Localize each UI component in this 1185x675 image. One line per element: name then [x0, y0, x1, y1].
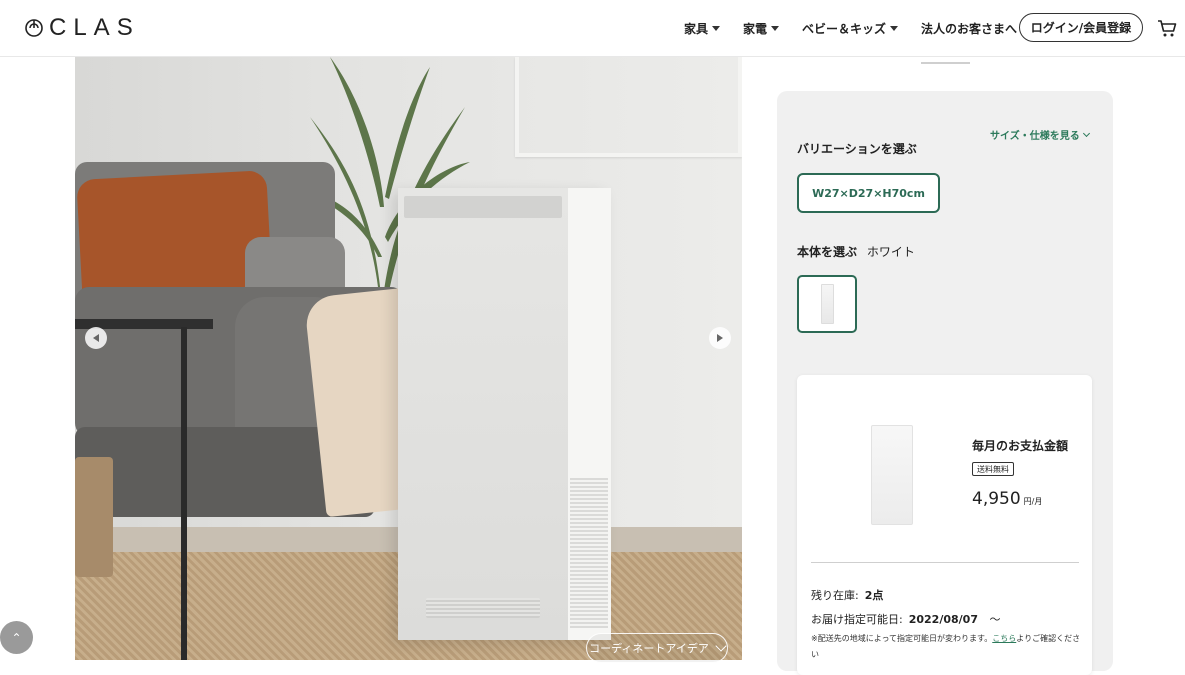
- price-value: 4,950: [972, 489, 1021, 509]
- note-text: ※配送先の地域によって指定可能日が変わります。: [811, 634, 993, 643]
- side-table-leg: [181, 327, 187, 660]
- price-unit: 円/月: [1023, 497, 1043, 506]
- chevron-up-icon: ⌃: [11, 630, 22, 645]
- clas-logo[interactable]: CLAS: [25, 14, 140, 41]
- body-color-heading: 本体を選ぶ ホワイト: [797, 243, 915, 260]
- nav-item-label: 家具: [684, 22, 709, 36]
- gallery-next-button[interactable]: [709, 327, 731, 349]
- product-thumbnail: [820, 284, 834, 324]
- size-spec-label: サイズ・仕様を見る: [990, 131, 1080, 142]
- delivery-note: ※配送先の地域によって指定可能日が変わります。こちらよりご確認ください: [811, 631, 1086, 663]
- logo-mark-icon: [25, 19, 43, 37]
- caret-down-icon: [890, 26, 899, 31]
- chevron-down-icon: [1082, 129, 1090, 137]
- chevron-right-icon: [717, 334, 723, 342]
- logo-text: CLAS: [49, 14, 140, 41]
- site-header: CLAS 家具 家電 ベビー＆キッズ 法人のお客さまへ ログイン/会員登録: [0, 0, 1185, 57]
- monthly-price: 4,950 円/月: [972, 489, 1042, 509]
- login-register-button[interactable]: ログイン/会員登録: [1019, 13, 1143, 42]
- purifier-grill: [570, 478, 608, 628]
- nav-item-label: 法人のお客さまへ: [921, 22, 1018, 36]
- tab-indicator: [921, 62, 970, 64]
- nav-item-baby-kids[interactable]: ベビー＆キッズ: [802, 20, 899, 37]
- cart-icon[interactable]: [1157, 18, 1177, 38]
- delivery-label: お届け指定可能日:: [811, 613, 903, 626]
- nav-item-label: ベビー＆キッズ: [802, 22, 887, 36]
- purifier-front: [398, 188, 568, 640]
- chevron-left-icon: [93, 334, 99, 342]
- purifier-vent: [426, 598, 540, 618]
- size-spec-link[interactable]: サイズ・仕様を見る: [990, 127, 1090, 142]
- caret-down-icon: [712, 26, 721, 31]
- wall-frame: [515, 57, 742, 157]
- body-color-value: ホワイト: [866, 245, 915, 259]
- delivery-info: お届け指定可能日: 2022/08/07 〜: [811, 611, 1000, 627]
- variation-heading: バリエーションを選ぶ: [797, 142, 917, 156]
- free-shipping-badge: 送料無料: [972, 462, 1014, 476]
- chevron-down-icon: [715, 640, 727, 652]
- variation-option-button[interactable]: W27×D27×H70cm: [797, 173, 940, 213]
- stock-label: 残り在庫:: [811, 589, 859, 602]
- delivery-suffix: 〜: [989, 613, 1001, 626]
- divider: [811, 562, 1079, 563]
- product-image: [871, 425, 913, 525]
- stock-info: 残り在庫: 2点: [811, 587, 883, 603]
- purifier-control-panel: [404, 196, 562, 218]
- nav-item-label: 家電: [743, 22, 768, 36]
- coordinate-idea-button[interactable]: コーディネートアイデア: [586, 633, 728, 663]
- air-purifier-image: [398, 188, 611, 640]
- stock-value: 2点: [864, 589, 884, 602]
- delivery-date: 2022/08/07: [908, 613, 978, 626]
- scroll-to-top-button[interactable]: ⌃: [0, 621, 33, 654]
- basket: [75, 457, 113, 577]
- nav-item-business[interactable]: 法人のお客さまへ: [921, 20, 1017, 37]
- product-photo: [75, 57, 742, 660]
- gallery-prev-button[interactable]: [85, 327, 107, 349]
- main-nav: 家具 家電 ベビー＆キッズ 法人のお客さまへ: [684, 0, 1040, 57]
- caret-down-icon: [771, 26, 780, 31]
- monthly-payment-title: 毎月のお支払金額: [972, 439, 1069, 453]
- coordinate-idea-label: コーディネートアイデア: [589, 642, 709, 655]
- color-option-white[interactable]: [797, 275, 857, 333]
- nav-item-furniture[interactable]: 家具: [684, 20, 721, 37]
- body-color-label: 本体を選ぶ: [797, 245, 858, 259]
- note-link[interactable]: こちら: [992, 634, 1016, 643]
- nav-item-appliances[interactable]: 家電: [743, 20, 780, 37]
- price-card: 毎月のお支払金額 送料無料 4,950 円/月 残り在庫: 2点 お届け指定可能日:…: [797, 375, 1092, 675]
